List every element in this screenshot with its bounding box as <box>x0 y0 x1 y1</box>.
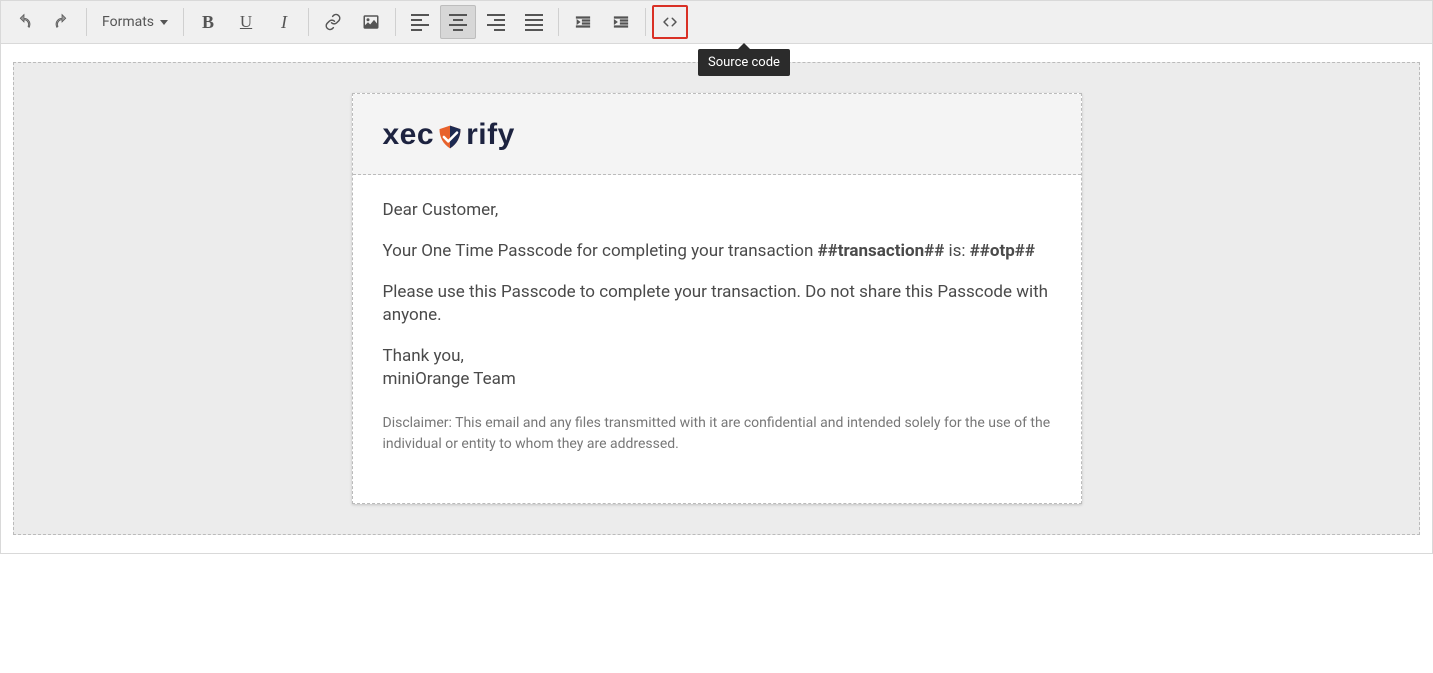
otp-placeholder: ##otp## <box>970 241 1035 261</box>
separator <box>395 8 396 36</box>
email-card: xec rify Dear Customer, Your One Time Pa… <box>352 93 1082 504</box>
instruction-line: Please use this Passcode to complete you… <box>383 281 1051 327</box>
email-body: Dear Customer, Your One Time Passcode fo… <box>353 175 1081 503</box>
link-button[interactable] <box>315 5 351 39</box>
align-right-button[interactable] <box>478 5 514 39</box>
align-left-button[interactable] <box>402 5 438 39</box>
indent-button[interactable] <box>603 5 639 39</box>
separator <box>183 8 184 36</box>
shield-icon <box>436 123 464 151</box>
bold-button[interactable]: B <box>190 5 226 39</box>
brand-logo: xec rify <box>383 118 1051 152</box>
italic-button[interactable]: I <box>266 5 302 39</box>
tooltip-text: Source code <box>708 55 780 70</box>
align-justify-button[interactable] <box>516 5 552 39</box>
separator <box>558 8 559 36</box>
signature: Thank you, miniOrange Team <box>383 345 1051 391</box>
otp-line-sep: is: <box>944 241 969 261</box>
logo-text-2: rify <box>466 118 515 152</box>
greeting: Dear Customer, <box>383 199 1051 222</box>
caret-down-icon <box>160 20 168 25</box>
align-center-button[interactable] <box>440 5 476 39</box>
logo-text-1: xec <box>383 118 435 152</box>
editor-toolbar: Formats B U I Source code <box>0 0 1433 44</box>
email-canvas: xec rify Dear Customer, Your One Time Pa… <box>13 62 1420 535</box>
redo-button[interactable] <box>44 5 80 39</box>
thanks-line: Thank you, <box>383 346 464 366</box>
formats-dropdown[interactable]: Formats <box>92 5 178 39</box>
undo-button[interactable] <box>6 5 42 39</box>
formats-label: Formats <box>102 14 154 30</box>
team-line: miniOrange Team <box>383 369 516 389</box>
outdent-button[interactable] <box>565 5 601 39</box>
email-header: xec rify <box>353 94 1081 175</box>
transaction-placeholder: ##transaction## <box>818 241 945 261</box>
tooltip: Source code <box>698 49 790 76</box>
disclaimer: Disclaimer: This email and any files tra… <box>383 413 1051 455</box>
image-button[interactable] <box>353 5 389 39</box>
editor-canvas[interactable]: xec rify Dear Customer, Your One Time Pa… <box>0 44 1433 554</box>
otp-line: Your One Time Passcode for completing yo… <box>383 240 1051 263</box>
separator <box>308 8 309 36</box>
separator <box>86 8 87 36</box>
source-code-button[interactable] <box>652 5 688 39</box>
separator <box>645 8 646 36</box>
underline-button[interactable]: U <box>228 5 264 39</box>
otp-line-text: Your One Time Passcode for completing yo… <box>383 241 818 261</box>
